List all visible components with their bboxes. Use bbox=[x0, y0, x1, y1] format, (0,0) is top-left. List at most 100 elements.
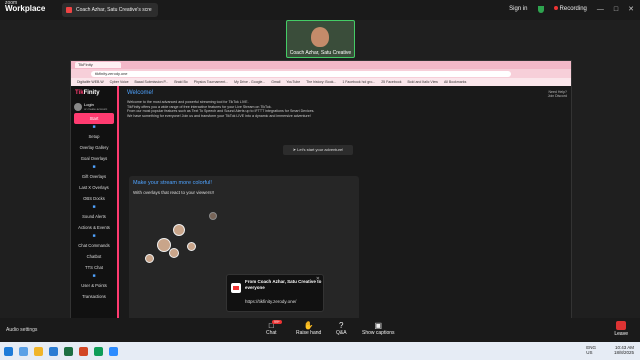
sidebar: TikFinity Login or create account Start ■ S… bbox=[71, 86, 119, 318]
sidebar-item[interactable]: Transactions bbox=[71, 291, 117, 302]
search-icon[interactable] bbox=[19, 346, 28, 356]
leave-label: Leave bbox=[614, 331, 628, 337]
overlay-promo-card: Make your stream more colorful! With ove… bbox=[129, 176, 359, 336]
powerpoint-icon[interactable] bbox=[79, 346, 88, 356]
language-indicator[interactable]: ENG US bbox=[586, 345, 596, 355]
start-adventure-button[interactable]: ➤ Let's start your adventure! bbox=[283, 145, 353, 155]
qa-button[interactable]: ? Q&A bbox=[336, 321, 347, 336]
raise-hand-button[interactable]: ✋ Raise hand bbox=[296, 321, 321, 336]
zoom-brand: Workplace bbox=[5, 4, 46, 13]
windows-taskbar: ENG US 10:43 AM 18/8/2025 bbox=[0, 342, 640, 360]
bookmark-item[interactable]: My Drive - Google... bbox=[234, 80, 265, 84]
close-icon[interactable]: ✕ bbox=[316, 276, 320, 282]
sidebar-item[interactable]: Sound Alerts bbox=[71, 211, 117, 222]
toast-title: From Coach Azhar, Satu Creative to every… bbox=[245, 279, 322, 290]
zoom-toolbar: Audio settings □ 99+ Chat ✋ Raise hand ? Q&A… bbox=[0, 318, 640, 342]
share-screen-icon bbox=[66, 7, 72, 13]
help-discord[interactable]: Need Help? Join Discord bbox=[548, 90, 567, 98]
sidebar-item[interactable]: Last X Overlays bbox=[71, 182, 117, 193]
sidebar-item[interactable]: TTS Chat bbox=[71, 262, 117, 273]
sidebar-item[interactable]: Setup bbox=[71, 131, 117, 142]
bookmark-item[interactable]: 1 Facebook hol gro... bbox=[342, 80, 375, 84]
sidebar-item[interactable]: Goal Overlays bbox=[71, 153, 117, 164]
participant-face bbox=[311, 27, 329, 47]
viewer-avatar bbox=[187, 242, 196, 251]
toast-url[interactable]: https://tikfinity.zerody.one/ bbox=[245, 299, 296, 304]
bookmark-item[interactable]: Gmail bbox=[271, 80, 280, 84]
page-title: Welcome! bbox=[127, 90, 154, 96]
avatar bbox=[74, 102, 82, 111]
card-title: Make your stream more colorful! bbox=[133, 180, 212, 186]
recording-indicator[interactable]: Recording bbox=[553, 6, 587, 12]
intro-text: Welcome to the most advanced and powerfu… bbox=[127, 100, 427, 118]
bookmark-item[interactable]: Cyber Voice bbox=[110, 80, 129, 84]
clock-date: 18/8/2025 bbox=[613, 350, 634, 355]
viewer-avatar bbox=[173, 224, 185, 236]
bookmarks-bar: Digitalife WEB.W Cyber Voice Baaal Submiss… bbox=[71, 78, 571, 86]
windows-start-icon[interactable] bbox=[4, 346, 13, 356]
sidebar-item[interactable]: Gift Overlays bbox=[71, 171, 117, 182]
sidebar-item[interactable]: User & Points bbox=[71, 280, 117, 291]
main-content: Welcome! Need Help? Join Discord Welcome … bbox=[123, 86, 571, 336]
record-dot-icon bbox=[553, 6, 558, 10]
adventure-label: Let's start your adventure! bbox=[297, 147, 344, 152]
audio-settings-button[interactable]: Audio settings bbox=[6, 327, 37, 333]
chat-notification[interactable]: From Coach Azhar, Satu Creative to every… bbox=[226, 274, 324, 312]
card-text: With overlays that react to your viewers… bbox=[133, 190, 215, 195]
chat-button[interactable]: □ 99+ Chat bbox=[266, 320, 282, 336]
bookmark-item[interactable]: Physics Tournament... bbox=[194, 80, 228, 84]
participant-video[interactable]: Coach Azhar, Satu Creative bbox=[286, 20, 355, 58]
bookmark-item[interactable]: The history: Book... bbox=[306, 80, 336, 84]
raise-hand-label: Raise hand bbox=[296, 330, 322, 336]
chat-badge: 99+ bbox=[272, 320, 282, 324]
lang-region: US bbox=[586, 350, 593, 355]
intro-line: We have something for everyone! Join us … bbox=[127, 113, 311, 118]
address-bar[interactable]: tikfinity.zerody.one bbox=[91, 70, 511, 77]
login-area[interactable]: Login or create account bbox=[71, 100, 117, 113]
recording-label: Recording bbox=[559, 6, 587, 12]
nav-section-icon: ■ bbox=[92, 233, 96, 239]
bookmark-item[interactable]: Baaal Submission P... bbox=[135, 80, 169, 84]
tikfinity-logo: TikFinity bbox=[71, 86, 117, 100]
bookmark-item[interactable]: Braid Bo bbox=[174, 80, 187, 84]
nav-section-icon: ■ bbox=[92, 273, 96, 279]
captions-label: Show captions bbox=[362, 330, 395, 336]
screen-share-indicator[interactable]: Coach Azhar, Satu Creative's scre bbox=[62, 3, 158, 17]
leave-icon bbox=[616, 321, 627, 330]
clock[interactable]: 10:43 AM 18/8/2025 bbox=[614, 345, 634, 355]
sidebar-item[interactable]: Chatbot bbox=[71, 251, 117, 262]
bookmark-item[interactable]: YouTube bbox=[286, 80, 300, 84]
word-icon[interactable] bbox=[49, 346, 58, 356]
nav-section-icon: ■ bbox=[92, 164, 96, 170]
close-icon[interactable]: ✕ bbox=[628, 5, 634, 13]
bookmark-item[interactable]: 25 Facebook bbox=[381, 80, 401, 84]
file-explorer-icon[interactable] bbox=[34, 346, 43, 356]
logo-tik: Tik bbox=[75, 90, 84, 96]
sign-in-link[interactable]: Sign in bbox=[509, 6, 527, 12]
zoom-title-bar: zoom Workplace Coach Azhar, Satu Creativ… bbox=[0, 0, 640, 20]
share-title: Coach Azhar, Satu Creative's scre bbox=[76, 7, 152, 13]
viewer-avatar bbox=[145, 254, 154, 263]
sidebar-item[interactable]: OBS Docks bbox=[71, 193, 117, 204]
sidebar-item[interactable]: Overlay Gallery bbox=[71, 142, 117, 153]
sidebar-item[interactable]: Chat Commands bbox=[71, 240, 117, 251]
qa-icon: ? bbox=[339, 321, 344, 330]
security-shield-icon[interactable] bbox=[537, 5, 544, 13]
bookmark-item[interactable]: Digitalife WEB.W bbox=[77, 80, 104, 84]
zoom-icon[interactable] bbox=[109, 346, 118, 356]
captions-button[interactable]: ▣ Show captions bbox=[362, 321, 395, 336]
leave-button[interactable]: Leave bbox=[614, 321, 628, 337]
chat-label: Chat bbox=[266, 330, 277, 336]
logo-rest: Finity bbox=[83, 90, 100, 96]
excel-icon[interactable] bbox=[64, 346, 73, 356]
sidebar-item[interactable]: Actions & Events bbox=[71, 222, 117, 233]
login-sub: or create account bbox=[84, 107, 108, 111]
bookmark-item[interactable]: Bold and Italic View bbox=[407, 80, 437, 84]
maximize-icon[interactable]: □ bbox=[614, 6, 618, 13]
bookmark-item[interactable]: All Bookmarks bbox=[444, 80, 466, 84]
sidebar-item[interactable]: Start bbox=[74, 113, 114, 124]
browser-tab[interactable]: TikFinity bbox=[75, 62, 121, 68]
minimize-icon[interactable]: — bbox=[597, 6, 604, 13]
chrome-icon[interactable] bbox=[94, 346, 103, 356]
hand-icon: ✋ bbox=[303, 321, 314, 330]
